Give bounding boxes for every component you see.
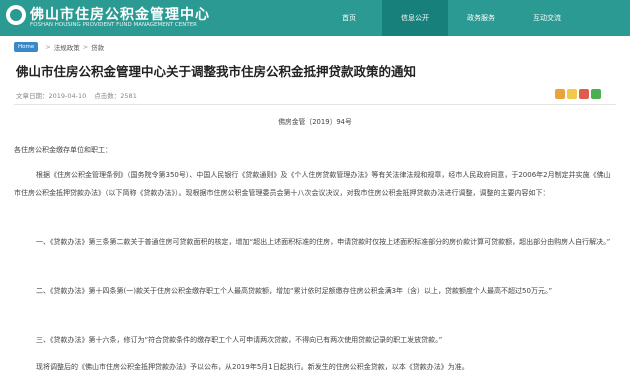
article-paragraph: 一、《贷款办法》第三条第二款关于普通住房可贷款面积的核定，增加“超出上述面积标准… bbox=[36, 238, 611, 246]
article-title: 佛山市住房公积金管理中心关于调整我市住房公积金抵押贷款政策的通知 bbox=[16, 64, 417, 79]
breadcrumb-home[interactable]: Home bbox=[14, 41, 39, 52]
site-title[interactable]: 佛山市住房公积金管理中心 bbox=[30, 4, 210, 24]
article-paragraph: 二、《贷款办法》第十四条第(一)款关于住房公积金缴存职工个人最高贷款额，增加“累… bbox=[36, 287, 553, 295]
logo-emblem-icon bbox=[6, 5, 26, 25]
article-salutation: 各住房公积金缴存单位和职工： bbox=[14, 146, 112, 154]
article-paragraph: 三、《贷款办法》第十六条，修订为“符合贷款条件的缴存职工个人可申请两次贷款，不得… bbox=[36, 336, 443, 344]
share-bar bbox=[555, 89, 603, 99]
breadcrumb-item-loans[interactable]: 贷款 bbox=[91, 42, 104, 52]
breadcrumb-separator: > bbox=[82, 42, 89, 51]
article-meta: 文章日期：2019-04-10 点击数：2581 bbox=[16, 90, 137, 100]
article-paragraph: 根据《住房公积金管理条例》（国务院令第350号）、中国人民银行《贷款通则》及《个… bbox=[14, 171, 611, 197]
breadcrumb-item-regulations[interactable]: 法规政策 bbox=[54, 42, 80, 52]
nav-item-gov-services[interactable]: 政务服务 bbox=[448, 0, 514, 36]
share-plus-icon[interactable] bbox=[555, 89, 565, 99]
breadcrumb-separator: > bbox=[45, 42, 51, 51]
article-date: 文章日期：2019-04-10 bbox=[16, 92, 87, 100]
qzone-icon[interactable] bbox=[567, 89, 577, 99]
wechat-icon[interactable] bbox=[591, 89, 601, 99]
title-divider bbox=[14, 104, 616, 105]
nav-item-interaction[interactable]: 互动交流 bbox=[514, 0, 580, 36]
breadcrumb: Home > 法规政策 > 贷款 bbox=[14, 41, 104, 52]
site-subtitle: FOSHAN HOUSING PROVIDENT FUND MANAGEMENT… bbox=[30, 22, 198, 28]
nav-item-info-disclosure[interactable]: 信息公开 bbox=[382, 0, 448, 36]
nav-item-home[interactable]: 首页 bbox=[316, 0, 382, 36]
weibo-icon[interactable] bbox=[579, 89, 589, 99]
site-header: 佛山市住房公积金管理中心 FOSHAN HOUSING PROVIDENT FU… bbox=[0, 0, 630, 36]
main-nav: 首页 信息公开 政务服务 互动交流 bbox=[316, 0, 580, 36]
article-paragraph: 现将调整后的《佛山市住房公积金抵押贷款办法》予以公布，从2019年5月1日起执行… bbox=[36, 363, 469, 371]
document-number: 佛房金管〔2019〕94号 bbox=[278, 118, 352, 126]
article-hits: 点击数：2581 bbox=[94, 92, 137, 100]
